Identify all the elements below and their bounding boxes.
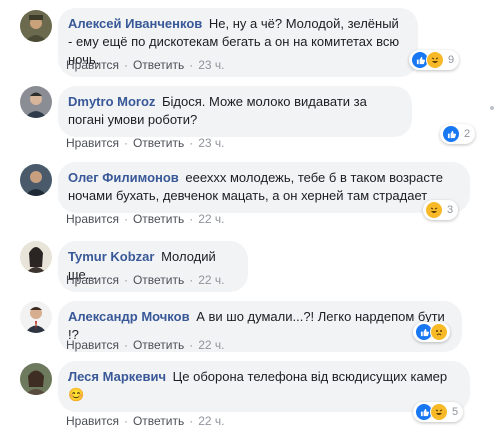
comment-bubble: Dmytro Moroz Бідося. Може молоко видават… xyxy=(58,86,412,137)
separator: · xyxy=(189,414,194,428)
like-link[interactable]: Нравится xyxy=(66,212,119,226)
avatar[interactable] xyxy=(20,10,52,42)
reaction-count: 3 xyxy=(447,204,454,216)
comment-actions: Нравится · Ответить · 23 ч. xyxy=(66,136,225,150)
reply-link[interactable]: Ответить xyxy=(133,414,184,428)
reply-link[interactable]: Ответить xyxy=(133,58,184,72)
comment-actions: Нравится · Ответить · 22 ч. xyxy=(66,273,225,287)
comment-author[interactable]: Александр Мочков xyxy=(68,309,190,324)
haha-icon xyxy=(426,51,444,69)
separator: · xyxy=(123,273,128,287)
comment-bubble: Леся Маркевич Це оборона телефона від вс… xyxy=(58,361,470,412)
comment-actions: Нравится · Ответить · 22 ч. xyxy=(66,414,225,428)
separator: · xyxy=(123,414,128,428)
avatar[interactable] xyxy=(20,86,52,118)
like-icon xyxy=(442,125,460,143)
smiley-emoji: 😊 xyxy=(68,387,85,402)
timestamp[interactable]: 23 ч. xyxy=(198,136,224,150)
haha-icon xyxy=(430,403,448,421)
timestamp[interactable]: 22 ч. xyxy=(198,273,224,287)
reply-link[interactable]: Ответить xyxy=(133,136,184,150)
reply-link[interactable]: Ответить xyxy=(133,338,184,352)
reaction-count: 5 xyxy=(452,406,459,418)
like-link[interactable]: Нравится xyxy=(66,414,119,428)
reply-link[interactable]: Ответить xyxy=(133,212,184,226)
separator: · xyxy=(123,338,128,352)
more-options-icon[interactable] xyxy=(490,106,494,110)
comment-author[interactable]: Алексей Иванченков xyxy=(68,16,202,31)
comment-actions: Нравится · Ответить · 23 ч. xyxy=(66,58,225,72)
avatar[interactable] xyxy=(20,301,52,333)
comment-bubble: Олег Филимонов еееххх молодежь, тебе б в… xyxy=(58,162,470,213)
reaction-summary[interactable]: 2 xyxy=(440,124,476,144)
avatar[interactable] xyxy=(20,363,52,395)
like-link[interactable]: Нравится xyxy=(66,58,119,72)
comment-author[interactable]: Dmytro Moroz xyxy=(68,94,155,109)
sad-icon xyxy=(430,323,448,341)
comment-actions: Нравится · Ответить · 22 ч. xyxy=(66,338,225,352)
separator: · xyxy=(123,58,128,72)
reaction-count: 2 xyxy=(464,128,471,140)
separator: · xyxy=(123,212,128,226)
like-link[interactable]: Нравится xyxy=(66,273,119,287)
comment-text: Це оборона телефона від всюдисущих камер xyxy=(172,369,448,384)
comment-author[interactable]: Tymur Kobzar xyxy=(68,249,154,264)
reaction-summary[interactable]: 5 xyxy=(413,402,464,422)
comment-author[interactable]: Леся Маркевич xyxy=(68,369,166,384)
timestamp[interactable]: 22 ч. xyxy=(198,338,224,352)
reaction-summary[interactable]: 9 xyxy=(409,50,460,70)
reaction-summary[interactable]: 3 xyxy=(423,200,459,220)
reaction-summary[interactable] xyxy=(413,322,450,342)
reply-link[interactable]: Ответить xyxy=(133,273,184,287)
separator: · xyxy=(189,136,194,150)
timestamp[interactable]: 22 ч. xyxy=(198,414,224,428)
like-link[interactable]: Нравится xyxy=(66,136,119,150)
reaction-count: 9 xyxy=(448,54,455,66)
avatar[interactable] xyxy=(20,164,52,196)
separator: · xyxy=(189,338,194,352)
separator: · xyxy=(189,273,194,287)
timestamp[interactable]: 22 ч. xyxy=(198,212,224,226)
like-link[interactable]: Нравится xyxy=(66,338,119,352)
timestamp[interactable]: 23 ч. xyxy=(198,58,224,72)
separator: · xyxy=(189,212,194,226)
haha-icon xyxy=(425,201,443,219)
avatar[interactable] xyxy=(20,241,52,273)
separator: · xyxy=(189,58,194,72)
separator: · xyxy=(123,136,128,150)
comment-actions: Нравится · Ответить · 22 ч. xyxy=(66,212,225,226)
comment-author[interactable]: Олег Филимонов xyxy=(68,170,179,185)
